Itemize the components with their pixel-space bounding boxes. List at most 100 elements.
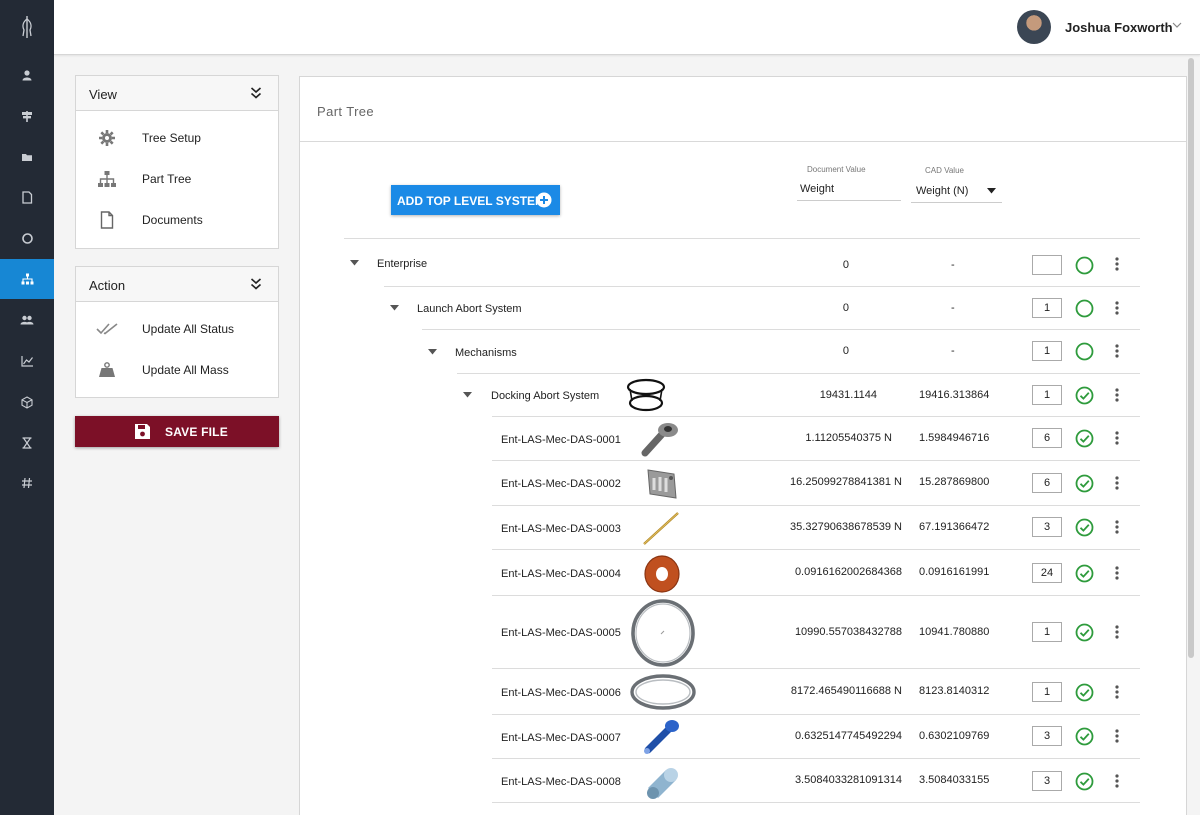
chevron-down-icon[interactable] — [1172, 21, 1182, 29]
check-circle-icon[interactable] — [1075, 772, 1094, 791]
tree-row-name[interactable]: Launch Abort System — [417, 303, 522, 315]
more-vert-icon[interactable] — [1115, 257, 1119, 271]
check-circle-icon[interactable] — [1075, 727, 1094, 746]
document-value-cell: 10990.557038432788 — [794, 626, 902, 638]
action-panel-header[interactable]: Action — [76, 267, 278, 302]
tree-row-name[interactable]: Ent-LAS-Mec-DAS-0007 — [501, 732, 621, 744]
rail-user-icon[interactable] — [0, 55, 54, 95]
save-file-button[interactable]: SAVE FILE — [75, 416, 279, 447]
quantity-input[interactable]: 6 — [1032, 473, 1062, 493]
document-value-cell: 0 — [842, 302, 849, 314]
tree-row-name[interactable]: Ent-LAS-Mec-DAS-0003 — [501, 523, 621, 535]
rail-refresh-icon[interactable] — [0, 218, 54, 258]
avatar[interactable] — [1017, 10, 1051, 44]
quantity-input[interactable] — [1032, 255, 1062, 275]
tree-row-name[interactable]: Ent-LAS-Mec-DAS-0002 — [501, 478, 621, 490]
status-circle-icon[interactable] — [1075, 342, 1094, 361]
cad-value-cell: 15.287869800 — [919, 476, 990, 488]
signpost-icon — [22, 111, 32, 122]
app-logo[interactable] — [0, 0, 54, 54]
double-chevron-icon[interactable] — [250, 277, 262, 291]
quantity-input[interactable]: 1 — [1032, 622, 1062, 642]
view-item-part-tree[interactable]: Part Tree — [76, 158, 278, 199]
tree-row-name[interactable]: Ent-LAS-Mec-DAS-0008 — [501, 776, 621, 788]
tree-row-name[interactable]: Enterprise — [377, 258, 427, 270]
quantity-input[interactable]: 1 — [1032, 682, 1062, 702]
caret-down-icon[interactable] — [390, 305, 399, 311]
rail-chart-icon[interactable] — [0, 341, 54, 381]
quantity-input[interactable]: 3 — [1032, 726, 1062, 746]
more-vert-icon[interactable] — [1115, 388, 1119, 402]
rail-cube-icon[interactable] — [0, 382, 54, 422]
add-top-level-system-button[interactable]: ADD TOP LEVEL SYSTEM — [391, 185, 560, 215]
hierarchy-icon — [98, 171, 116, 187]
status-circle-icon[interactable] — [1075, 299, 1094, 318]
view-item-documents[interactable]: Documents — [76, 199, 278, 240]
check-circle-icon[interactable] — [1075, 386, 1094, 405]
more-vert-icon[interactable] — [1115, 431, 1119, 445]
more-vert-icon[interactable] — [1115, 625, 1119, 639]
plus-circle-icon — [536, 192, 552, 208]
more-vert-icon[interactable] — [1115, 301, 1119, 315]
more-vert-icon[interactable] — [1115, 520, 1119, 534]
view-panel-title: View — [89, 87, 117, 102]
check-circle-icon[interactable] — [1075, 623, 1094, 642]
check-circle-icon[interactable] — [1075, 683, 1094, 702]
more-vert-icon[interactable] — [1115, 774, 1119, 788]
double-chevron-icon[interactable] — [250, 86, 262, 100]
caret-down-icon[interactable] — [428, 348, 437, 355]
rail-team-icon[interactable] — [0, 300, 54, 340]
rail-hash-icon[interactable] — [0, 463, 54, 503]
quantity-input[interactable]: 3 — [1032, 517, 1062, 537]
rail-hourglass-icon[interactable] — [0, 423, 54, 463]
rail-file-icon[interactable] — [0, 177, 54, 217]
cad-value-select[interactable]: Weight (N) — [911, 180, 1002, 203]
cad-value-selected: Weight (N) — [916, 185, 969, 197]
quantity-input[interactable]: 1 — [1032, 298, 1062, 318]
view-item-tree-setup[interactable]: Tree Setup — [76, 117, 278, 158]
top-bar: Joshua Foxworth — [54, 0, 1200, 55]
bracket-thumbnail — [647, 469, 677, 499]
caret-down-icon[interactable] — [463, 392, 472, 398]
rail-folder-icon[interactable] — [0, 137, 54, 177]
action-item-label: Update All Mass — [142, 363, 229, 377]
quantity-input[interactable]: 1 — [1032, 385, 1062, 405]
page-scrollbar[interactable] — [1188, 58, 1194, 658]
cad-value-cell: 3.5084033155 — [919, 774, 990, 786]
check-circle-icon[interactable] — [1075, 429, 1094, 448]
status-circle-icon[interactable] — [1075, 256, 1094, 275]
view-item-label: Tree Setup — [142, 131, 201, 145]
quantity-input[interactable]: 24 — [1032, 563, 1062, 583]
tree-row-name[interactable]: Ent-LAS-Mec-DAS-0006 — [501, 687, 621, 699]
rail-part-tree-icon[interactable] — [0, 259, 54, 299]
tree-row-name[interactable]: Docking Abort System — [491, 390, 599, 402]
caret-down-icon — [987, 188, 996, 194]
document-value-input[interactable] — [797, 178, 901, 201]
rod-thumbnail — [643, 512, 679, 545]
check-circle-icon[interactable] — [1075, 518, 1094, 537]
more-vert-icon[interactable] — [1115, 729, 1119, 743]
quantity-input[interactable]: 6 — [1032, 428, 1062, 448]
quantity-input[interactable]: 3 — [1032, 771, 1062, 791]
more-vert-icon[interactable] — [1115, 566, 1119, 580]
view-panel-header[interactable]: View — [76, 76, 278, 111]
more-vert-icon[interactable] — [1115, 476, 1119, 490]
caret-down-icon[interactable] — [350, 259, 359, 266]
action-item-update-mass[interactable]: Update All Mass — [76, 349, 278, 390]
more-vert-icon[interactable] — [1115, 344, 1119, 358]
document-value-cell: 0.0916162002684368 — [794, 566, 902, 578]
more-vert-icon[interactable] — [1115, 685, 1119, 699]
quantity-input[interactable]: 1 — [1032, 341, 1062, 361]
tree-row-name[interactable]: Ent-LAS-Mec-DAS-0005 — [501, 627, 621, 639]
tree-row-name[interactable]: Mechanisms — [455, 347, 517, 359]
action-item-update-status[interactable]: Update All Status — [76, 308, 278, 349]
tree-row-name[interactable]: Ent-LAS-Mec-DAS-0004 — [501, 568, 621, 580]
check-circle-icon[interactable] — [1075, 564, 1094, 583]
large-ring-thumbnail — [631, 599, 695, 667]
user-name[interactable]: Joshua Foxworth — [1065, 20, 1173, 35]
document-icon — [100, 211, 114, 229]
document-value-cell: 19431.1144 — [819, 389, 877, 401]
tree-row-name[interactable]: Ent-LAS-Mec-DAS-0001 — [501, 434, 621, 446]
rail-signpost-icon[interactable] — [0, 96, 54, 136]
check-circle-icon[interactable] — [1075, 474, 1094, 493]
